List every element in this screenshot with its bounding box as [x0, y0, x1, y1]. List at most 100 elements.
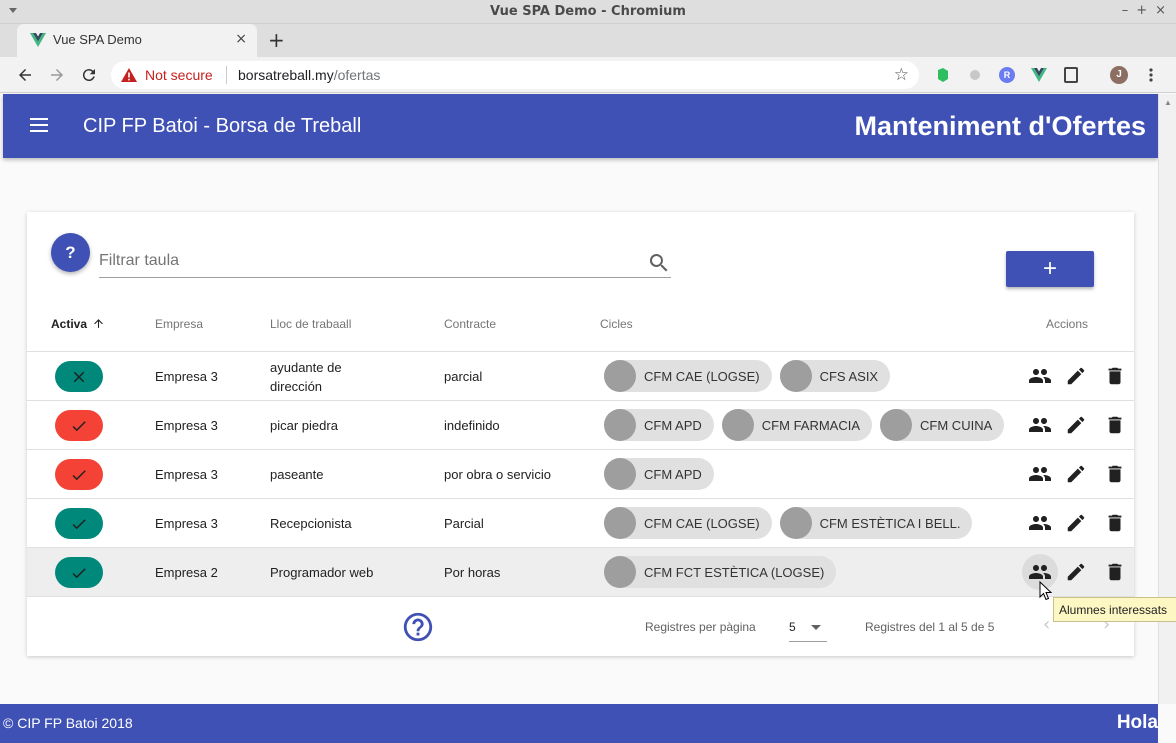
chip-label: CFM CUINA [920, 417, 993, 433]
browser-menu-icon[interactable] [1142, 66, 1160, 84]
extension-r-icon[interactable]: R [998, 66, 1016, 84]
check-icon [72, 469, 86, 480]
app-footer: © CIP FP Batoi 2018 Hola [0, 704, 1158, 743]
cell-contracte: Por horas [444, 565, 501, 580]
minimize-icon[interactable]: – [1122, 3, 1129, 18]
delete-icon[interactable] [1103, 364, 1127, 388]
browser-tab[interactable]: Vue SPA Demo × [17, 24, 257, 57]
greeting-text: Hola [1116, 712, 1158, 733]
offers-table-card: ? + Activa Empresa Lloc de trabaall Cont… [27, 212, 1134, 656]
hamburger-menu-icon[interactable] [30, 118, 48, 132]
interested-students-icon[interactable] [1028, 462, 1052, 486]
new-tab-icon[interactable]: + [268, 28, 285, 52]
cell-contracte: indefinido [444, 418, 500, 433]
column-header-activa[interactable]: Activa [51, 317, 105, 331]
status-toggle-inactive[interactable] [55, 361, 103, 392]
chip-avatar [604, 409, 636, 441]
delete-icon[interactable] [1103, 413, 1127, 437]
warning-icon[interactable] [121, 68, 137, 82]
table-footer: Registres per pàgina 5 Registres del 1 a… [27, 597, 1134, 656]
interested-students-icon[interactable] [1028, 511, 1052, 535]
edit-icon[interactable] [1064, 462, 1088, 486]
delete-icon[interactable] [1103, 462, 1127, 486]
chip-label: CFM FCT ESTÈTICA (LOGSE) [644, 564, 825, 580]
window-title: Vue SPA Demo - Chromium [490, 4, 686, 19]
rows-per-page-select[interactable]: 5 [789, 612, 827, 642]
column-header-lloc[interactable]: Lloc de trabaall [270, 317, 351, 331]
mouse-cursor-icon [1039, 581, 1053, 601]
chip-avatar [880, 409, 913, 441]
cicle-chip[interactable]: CFM CAE (LOGSE) [604, 507, 772, 539]
interested-students-icon[interactable] [1028, 413, 1052, 437]
chip-label: CFM CAE (LOGSE) [644, 368, 760, 384]
prev-page-icon[interactable]: ‹ [1043, 616, 1050, 634]
cicle-chip[interactable]: CFM FARMACIA [721, 409, 873, 441]
chevron-down-icon [811, 625, 821, 630]
extension-page-icon[interactable] [1062, 66, 1080, 84]
url-text[interactable]: borsatreball.my/ofertas [238, 67, 380, 83]
help-circle-icon[interactable] [401, 610, 435, 644]
scroll-up-icon[interactable]: ▲ [1164, 98, 1172, 107]
url-path: /ofertas [333, 67, 381, 83]
cell-empresa: Empresa 3 [155, 418, 218, 433]
extension-dot-icon[interactable] [966, 66, 984, 84]
bookmark-star-icon[interactable]: ☆ [894, 65, 909, 85]
status-toggle-active[interactable] [55, 508, 103, 539]
cicle-chip[interactable]: CFM ESTÈTICA I BELL. [779, 507, 973, 539]
search-icon[interactable] [647, 251, 671, 275]
edit-icon[interactable] [1064, 560, 1088, 584]
add-offer-button[interactable]: + [1006, 251, 1094, 287]
cell-empresa: Empresa 2 [155, 565, 218, 580]
tab-title: Vue SPA Demo [53, 32, 142, 47]
tab-close-icon[interactable]: × [235, 31, 247, 47]
forward-icon[interactable] [46, 64, 68, 86]
edit-icon[interactable] [1064, 511, 1088, 535]
cell-lloc: Recepcionista [270, 516, 352, 531]
column-header-accions: Accions [1046, 317, 1089, 331]
delete-icon[interactable] [1103, 511, 1127, 535]
cell-contracte: por obra o servicio [444, 467, 551, 482]
status-toggle-active[interactable] [55, 459, 103, 490]
security-label[interactable]: Not secure [145, 67, 213, 83]
status-toggle-active[interactable] [55, 410, 103, 441]
url-host: borsatreball.my [238, 67, 334, 83]
edit-icon[interactable] [1064, 364, 1088, 388]
chip-label: CFM ESTÈTICA I BELL. [819, 515, 961, 531]
chip-avatar [721, 409, 754, 441]
help-button[interactable]: ? [51, 233, 90, 272]
interested-students-icon[interactable] [1028, 364, 1052, 388]
column-header-cicles[interactable]: Cicles [600, 317, 633, 331]
search-input[interactable] [99, 250, 639, 270]
status-toggle-active[interactable] [55, 557, 103, 588]
delete-icon[interactable] [1103, 560, 1127, 584]
chip-label: CFM APD [644, 417, 702, 433]
column-header-empresa[interactable]: Empresa [155, 317, 203, 331]
cicle-chip[interactable]: CFM FCT ESTÈTICA (LOGSE) [604, 556, 837, 588]
app-header: CIP FP Batoi - Borsa de Treball Mantenim… [3, 94, 1158, 158]
profile-avatar[interactable]: J [1110, 66, 1128, 84]
column-header-contracte[interactable]: Contracte [444, 317, 496, 331]
page-title: Manteniment d'Ofertes [854, 111, 1146, 141]
reload-icon[interactable] [78, 64, 100, 86]
cicle-chip[interactable]: CFM APD [604, 409, 714, 441]
table-row: Empresa 2 Programador web Por horas CFM … [27, 548, 1134, 597]
vue-devtools-icon[interactable] [1030, 66, 1048, 84]
chip-avatar [604, 458, 636, 490]
window-titlebar: Vue SPA Demo - Chromium – + × [0, 0, 1176, 24]
sort-ascending-icon[interactable] [92, 317, 105, 330]
chip-label: CFM FARMACIA [761, 417, 861, 433]
close-window-icon[interactable]: × [1155, 3, 1166, 18]
cicle-chip[interactable]: CFM CAE (LOGSE) [604, 360, 772, 392]
maximize-icon[interactable]: + [1136, 3, 1147, 18]
address-bar[interactable]: Not secure borsatreball.my/ofertas ☆ [111, 61, 919, 89]
cicle-chip[interactable]: CFM APD [604, 458, 714, 490]
check-icon [72, 420, 86, 431]
cicle-chip[interactable]: CFS ASIX [779, 360, 891, 392]
back-icon[interactable] [14, 64, 36, 86]
cicles-chips: CFM CAE (LOGSE) CFM ESTÈTICA I BELL. [604, 507, 973, 539]
edit-icon[interactable] [1064, 413, 1088, 437]
evernote-extension-icon[interactable] [934, 66, 952, 84]
cicle-chip[interactable]: CFM CUINA [880, 409, 1005, 441]
close-icon [73, 371, 85, 382]
app-title[interactable]: CIP FP Batoi - Borsa de Treball [83, 115, 361, 138]
